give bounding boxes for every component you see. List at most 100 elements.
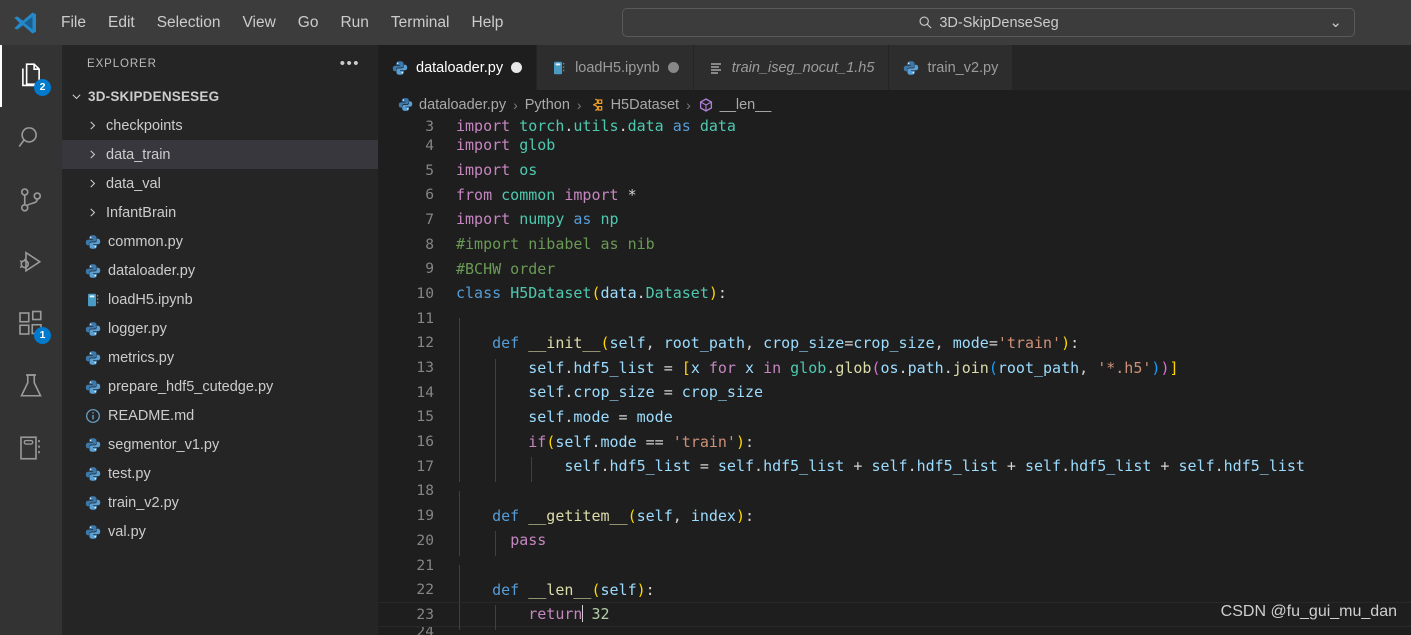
menu-item-help[interactable]: Help [462,10,514,36]
line-number: 6 [425,186,434,204]
chevron-down-icon[interactable]: ⌄ [1329,13,1342,31]
code-line-7: 7 import numpy as np [378,207,1411,232]
tree-item-readme-md[interactable]: README.md [62,401,378,430]
menu-item-terminal[interactable]: Terminal [381,10,460,36]
activity-item-source-control[interactable] [0,169,62,231]
run-debug-icon [19,251,42,273]
activity-item-extensions[interactable]: 1 [0,293,62,355]
tree-item-common-py[interactable]: common.py [62,227,378,256]
code-line-21: 21 [378,553,1411,590]
line-content: import torch.utils.data as data [456,119,736,133]
python-icon [82,495,104,511]
menu-item-go[interactable]: Go [288,10,329,36]
tree-item-prepare-hdf5-cutedge-py[interactable]: prepare_hdf5_cutedge.py [62,372,378,401]
notebook-icon [551,60,567,76]
tree-item-label: test.py [108,465,151,482]
activity-item-run-and-debug[interactable] [0,231,62,293]
python-icon [82,437,104,453]
tree-item-label: logger.py [108,320,167,337]
ellipsis-icon[interactable]: ••• [340,56,360,71]
tree-item-label: README.md [108,407,195,424]
tree-item-data-train[interactable]: data_train [62,140,378,169]
code-editor[interactable]: 3 import torch.utils.data as data 4 impo… [378,119,1411,635]
tree-item-label: dataloader.py [108,262,196,279]
menu-item-selection[interactable]: Selection [147,10,231,36]
tree-item-train-v2-py[interactable]: train_v2.py [62,488,378,517]
tree-item-label: metrics.py [108,349,175,366]
tab-loadh5-ipynb[interactable]: loadH5.ipynb [537,45,694,90]
method-icon [698,97,714,113]
code-line-6: 6 from common import * [378,182,1411,207]
tree-item-label: prepare_hdf5_cutedge.py [108,378,274,395]
breadcrumb: dataloader.py › Python › H5Dataset › __l… [378,90,1411,119]
tree-item-metrics-py[interactable]: metrics.py [62,343,378,372]
code-line-19: 19 def __getitem__(self, index): [378,503,1411,532]
tree-item-segmentor-v1-py[interactable]: segmentor_v1.py [62,430,378,459]
tree-root-label: 3D-SKIPDENSESEG [88,89,220,104]
quick-open-value: 3D-SkipDenseSeg [939,14,1059,31]
breadcrumb-class[interactable]: H5Dataset [589,97,679,113]
line-number: 14 [416,383,434,401]
notebook-icon [20,436,40,460]
activity-bar: 2 1 [0,45,62,635]
binary-lines-icon [708,60,724,76]
line-number: 17 [416,457,434,475]
python-icon [82,263,104,279]
tree-item-test-py[interactable]: test.py [62,459,378,488]
tree-item-data-val[interactable]: data_val [62,169,378,198]
code-line-8: 8 #import nibabel as nib [378,232,1411,257]
python-icon [398,97,413,112]
tab-train-iseg-nocut-1-h5[interactable]: train_iseg_nocut_1.h5 [693,45,890,90]
tree-item-infantbrain[interactable]: InfantBrain [62,198,378,227]
search-icon [18,127,37,147]
tree-item-label: val.py [108,523,146,540]
tab-dataloader-py[interactable]: dataloader.py [378,45,538,90]
code-line-4: 4 import glob [378,133,1411,158]
tree-item-val-py[interactable]: val.py [62,517,378,546]
menu-item-file[interactable]: File [51,10,96,36]
line-content: if(self.mode == 'train'): [456,432,1411,458]
tree-item-logger-py[interactable]: logger.py [62,314,378,343]
code-line-18: 18 [378,479,1411,516]
code-line-16: 16 if(self.mode == 'train'): [378,429,1411,458]
quick-open-input[interactable]: 3D-SkipDenseSeg ⌄ [622,8,1355,37]
tree-item-checkpoints[interactable]: checkpoints [62,111,378,140]
search-icon [918,15,933,30]
tree-item-dataloader-py[interactable]: dataloader.py [62,256,378,285]
tab-train-v2-py[interactable]: train_v2.py [889,45,1014,90]
breadcrumb-label: Python [524,96,570,113]
breadcrumb-method[interactable]: __len__ [698,96,772,113]
line-number: 12 [416,334,434,352]
activity-item-explorer[interactable]: 2 [0,45,62,107]
python-icon [82,524,104,540]
code-line-11: 11 [378,306,1411,343]
breadcrumb-file[interactable]: dataloader.py [398,97,506,113]
line-number: 23 [416,605,434,623]
menu-item-view[interactable]: View [232,10,285,36]
activity-item-search[interactable] [0,107,62,169]
tree-item-label: data_val [106,175,161,192]
tree-item-loadh5-ipynb[interactable]: loadH5.ipynb [62,285,378,314]
breadcrumb-label: __len__ [719,96,772,113]
activity-item-testing[interactable] [0,355,62,417]
source-control-icon [20,188,42,212]
beaker-icon [20,374,42,397]
line-number: 3 [425,119,434,133]
menu-item-edit[interactable]: Edit [98,10,145,36]
chevron-right-icon [82,206,102,219]
python-icon [392,60,408,76]
line-number: 18 [416,482,434,500]
python-icon [82,379,104,395]
code-line-15: 15 self.mode = mode [378,405,1411,433]
dirty-indicator-icon[interactable] [667,62,679,73]
breadcrumb-language[interactable]: Python [525,97,570,113]
python-icon [82,234,104,250]
dirty-indicator-icon[interactable] [511,62,523,73]
menu-bar: File Edit Selection View Go Run Terminal… [50,0,514,45]
code-line-12: 12 def __init__(self, root_path, crop_si… [378,331,1411,359]
menu-item-run[interactable]: Run [330,10,378,36]
line-number: 15 [416,408,434,426]
title-bar: File Edit Selection View Go Run Terminal… [0,0,1411,45]
activity-item-notebook[interactable] [0,417,62,479]
tree-root-folder[interactable]: 3D-SKIPDENSESEG [62,82,378,111]
